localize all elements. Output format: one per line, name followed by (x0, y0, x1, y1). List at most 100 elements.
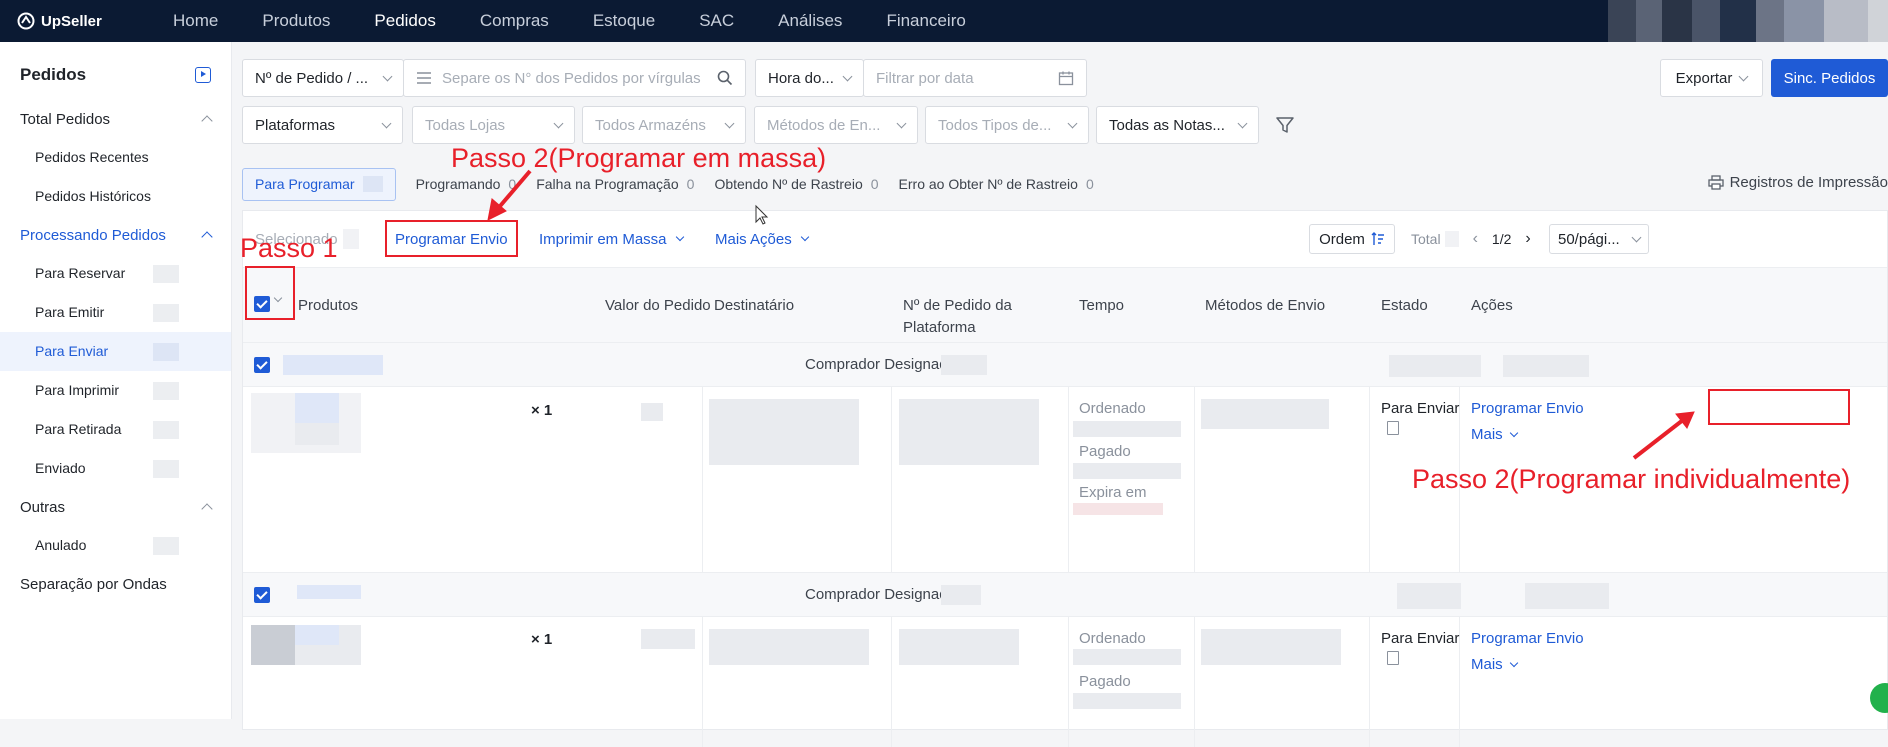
order-type-select[interactable]: Nº de Pedido / ... (242, 59, 404, 97)
tab-erro-rastreio[interactable]: Erro ao Obter Nº de Rastreio 0 (899, 176, 1094, 192)
product-image-redacted (295, 423, 339, 445)
tab-falha-programacao[interactable]: Falha na Programação 0 (536, 176, 694, 192)
product-image-redacted (295, 625, 339, 645)
row-more-dropdown[interactable]: Mais (1471, 656, 1518, 673)
sidebar-item-ondas[interactable]: Separação por Ondas (0, 565, 231, 603)
stores-select[interactable]: Todas Lojas (412, 106, 575, 144)
date-filter-input[interactable]: Filtrar por data (863, 59, 1087, 97)
nav-home[interactable]: Home (151, 0, 240, 42)
order-search-input[interactable]: Separe os N° dos Pedidos por vírgulas (403, 59, 746, 97)
nav-sac[interactable]: SAC (677, 0, 756, 42)
tab-programando[interactable]: Programando 0 (416, 176, 517, 192)
recipient-redacted (709, 399, 859, 465)
account-area-redacted[interactable] (1608, 0, 1888, 42)
time-expires-label: Expira em (1079, 484, 1147, 501)
sidebar-item-enviar[interactable]: Para Enviar (0, 332, 231, 371)
sidebar-item-emitir[interactable]: Para Emitir (0, 293, 231, 332)
nav-estoque[interactable]: Estoque (571, 0, 677, 42)
sidebar-item-label: Pedidos Históricos (35, 188, 151, 204)
sidebar-item-reservar[interactable]: Para Reservar (0, 254, 231, 293)
chevron-down-icon (675, 232, 684, 242)
count-badge-redacted (153, 460, 179, 478)
chevron-down-icon (842, 71, 853, 81)
next-page-icon[interactable]: › (1525, 230, 1530, 248)
chevron-down-icon (382, 71, 393, 81)
print-log-link[interactable]: Registros de Impressão (1707, 174, 1888, 191)
more-actions-dropdown[interactable]: Mais Ações (715, 231, 809, 248)
search-icon[interactable] (717, 70, 733, 86)
chevron-down-icon (800, 232, 809, 242)
platforms-select[interactable]: Plataformas (242, 106, 403, 144)
step2-bulk-annotation: Passo 2(Programar em massa) (451, 143, 827, 173)
count-badge-redacted (153, 343, 179, 361)
types-select[interactable]: Todos Tipos de... (925, 106, 1089, 144)
warehouses-select[interactable]: Todos Armazéns (582, 106, 746, 144)
brand-logo[interactable]: UpSeller (17, 12, 135, 30)
sidebar-item-historicos[interactable]: Pedidos Históricos (0, 177, 231, 216)
sidebar-group-outras[interactable]: Outras (0, 488, 231, 526)
tab-count: 0 (686, 176, 695, 192)
sidebar-item-anulado[interactable]: Anulado (0, 526, 231, 565)
count-badge-redacted (153, 382, 179, 400)
order-checkbox[interactable] (254, 357, 270, 373)
nav-produtos[interactable]: Produtos (240, 0, 352, 42)
nav-compras[interactable]: Compras (458, 0, 571, 42)
platform-order-redacted (899, 629, 1019, 665)
nav-links: Home Produtos Pedidos Compras Estoque SA… (151, 0, 988, 42)
order-group-header: Comprador Designado: (243, 343, 1887, 387)
time-ordered-redacted (1073, 649, 1181, 665)
col-actions: Ações (1471, 297, 1513, 314)
row-schedule-button[interactable]: Programar Envio (1471, 630, 1584, 647)
ship-methods-select[interactable]: Métodos de En... (754, 106, 918, 144)
page-indicator: 1/2 (1491, 231, 1512, 247)
step1-highlight-box (245, 266, 295, 320)
sidebar-item-label: Para Emitir (35, 304, 105, 320)
ship-method-redacted (1201, 399, 1329, 429)
sidebar-item-label: Anulado (35, 537, 87, 553)
nav-pedidos[interactable]: Pedidos (352, 0, 457, 42)
sidebar-item-label: Pedidos Recentes (35, 149, 149, 165)
time-type-select[interactable]: Hora do... (755, 59, 864, 97)
nav-financeiro[interactable]: Financeiro (864, 0, 987, 42)
sync-orders-button[interactable]: Sinc. Pedidos (1771, 59, 1888, 97)
row-schedule-button[interactable]: Programar Envio (1471, 400, 1584, 417)
order-value-redacted (641, 629, 695, 649)
page-size-select[interactable]: 50/pági... (1549, 224, 1649, 254)
sidebar-group-total[interactable]: Total Pedidos (0, 100, 231, 138)
total-count-redacted (1444, 231, 1459, 247)
nav-analises[interactable]: Análises (756, 0, 864, 42)
order-checkbox[interactable] (254, 587, 270, 603)
time-paid-label: Pagado (1079, 673, 1131, 690)
prev-page-icon[interactable]: ‹ (1473, 230, 1478, 248)
row-more-dropdown[interactable]: Mais (1471, 426, 1518, 443)
types-value: Todos Tipos de... (938, 116, 1052, 134)
note-document-icon[interactable] (1387, 421, 1399, 435)
sidebar-item-recentes[interactable]: Pedidos Recentes (0, 138, 231, 177)
collapse-sidebar-icon[interactable] (195, 67, 211, 83)
note-document-icon[interactable] (1387, 651, 1399, 665)
page-size-value: 50/pági... (1558, 230, 1620, 248)
time-ordered-label: Ordenado (1079, 400, 1146, 417)
printer-icon (1707, 175, 1724, 190)
count-badge-redacted (153, 537, 179, 555)
chevron-down-icon (1067, 118, 1078, 128)
sidebar-group-processando[interactable]: Processando Pedidos (0, 216, 231, 254)
date-filter-placeholder: Filtrar por data (876, 69, 974, 87)
sidebar-item-retirada[interactable]: Para Retirada (0, 410, 231, 449)
step2-single-annotation: Passo 2(Programar individualmente) (1412, 464, 1851, 494)
tab-obtendo-rastreio[interactable]: Obtendo Nº de Rastreio 0 (714, 176, 878, 192)
filter-icon[interactable] (1275, 115, 1295, 135)
sidebar-item-imprimir[interactable]: Para Imprimir (0, 371, 231, 410)
sidebar-item-enviado[interactable]: Enviado (0, 449, 231, 488)
notes-select[interactable]: Todas as Notas... (1096, 106, 1259, 144)
export-button[interactable]: Exportar (1660, 59, 1763, 97)
row-schedule-label: Programar Envio (1471, 400, 1584, 417)
sidebar-group-processando-label: Processando Pedidos (20, 226, 166, 244)
tab-para-programar[interactable]: Para Programar (242, 167, 396, 201)
tab-count: 0 (508, 176, 517, 192)
bulk-print-dropdown[interactable]: Imprimir em Massa (539, 231, 684, 248)
sort-order-button[interactable]: Ordem (1309, 224, 1395, 254)
tab-count: 0 (870, 176, 879, 192)
chevron-up-icon (201, 231, 213, 243)
platform-order-redacted (899, 399, 1039, 465)
